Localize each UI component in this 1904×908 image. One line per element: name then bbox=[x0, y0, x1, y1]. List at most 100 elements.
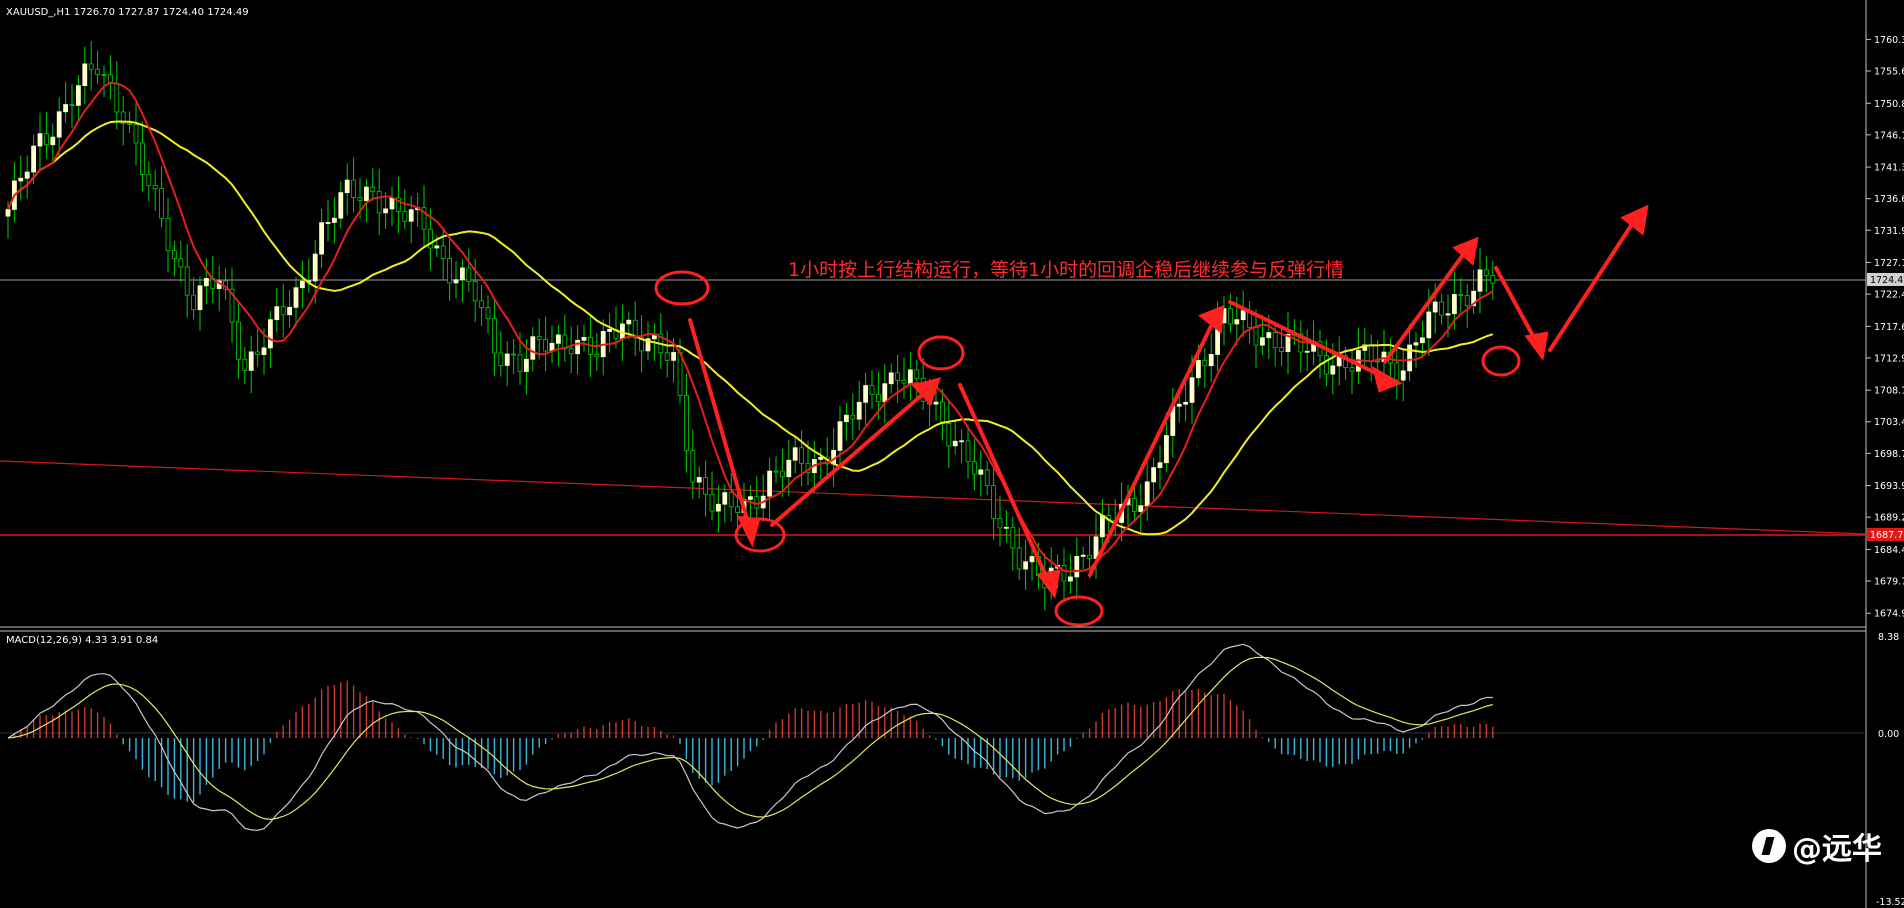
arrow-down-1 bbox=[688, 318, 752, 532]
candle-body bbox=[370, 186, 376, 192]
watermark-text: @远华 bbox=[1792, 832, 1882, 867]
candle-body bbox=[799, 447, 804, 464]
candle-body bbox=[261, 347, 267, 355]
arrow-up-4 bbox=[1548, 216, 1638, 352]
candle-body bbox=[1432, 301, 1438, 313]
macd-axis-top: 8.38 bbox=[1878, 632, 1899, 643]
candle-body bbox=[139, 142, 145, 175]
candle-body bbox=[1176, 403, 1182, 407]
price-axis-label: 1684.4 bbox=[1874, 545, 1904, 556]
price-axis-label: 1760.3 bbox=[1874, 35, 1904, 46]
candle-body bbox=[1010, 526, 1016, 549]
candle-body bbox=[780, 470, 785, 478]
candle-body bbox=[280, 306, 286, 316]
symbol-header: XAUUSD_,H1 1726.70 1727.87 1724.40 1724.… bbox=[6, 7, 249, 18]
candle-body bbox=[146, 173, 152, 186]
candle-body bbox=[1349, 367, 1355, 372]
candle-body bbox=[1080, 554, 1086, 557]
macd-histogram bbox=[13, 680, 1494, 803]
candle-body bbox=[1452, 294, 1457, 315]
candle-body bbox=[197, 285, 203, 311]
candle-body bbox=[1100, 514, 1105, 538]
circle-high-2 bbox=[917, 335, 965, 371]
price-axis-label: 1689.2 bbox=[1874, 513, 1904, 524]
candle-body bbox=[331, 217, 337, 223]
candle-body bbox=[1016, 547, 1022, 570]
candle-body bbox=[869, 385, 875, 395]
price-axis-label: 1755.6 bbox=[1874, 67, 1904, 78]
candle-body bbox=[696, 477, 702, 483]
candle-body bbox=[1439, 301, 1444, 316]
price-axis-label: 1708.1 bbox=[1874, 386, 1904, 397]
candle-body bbox=[504, 353, 510, 366]
candle-body bbox=[856, 401, 862, 420]
candle-body bbox=[1368, 344, 1374, 362]
candle-body bbox=[684, 394, 689, 452]
candle-body bbox=[133, 124, 139, 144]
candle-body bbox=[152, 184, 158, 189]
candle-body bbox=[5, 209, 11, 217]
candle-body bbox=[267, 319, 273, 349]
candle-body bbox=[1183, 401, 1188, 405]
candle-body bbox=[319, 222, 325, 255]
arrow-down-2 bbox=[958, 383, 1052, 587]
candle-body bbox=[728, 492, 734, 508]
candle-body bbox=[1234, 319, 1240, 325]
candle-body bbox=[876, 393, 881, 403]
candle-body bbox=[1266, 332, 1272, 339]
candle-body bbox=[88, 63, 94, 70]
candle-body bbox=[1477, 269, 1483, 292]
candle-body bbox=[997, 518, 1003, 529]
macd-axis-bottom: -13.52 bbox=[1876, 897, 1904, 908]
candle-body bbox=[908, 369, 913, 384]
candle-body bbox=[357, 196, 363, 202]
candle-body bbox=[485, 307, 491, 320]
candle-body bbox=[434, 245, 440, 249]
candle-body bbox=[363, 186, 369, 202]
candle-body bbox=[159, 188, 165, 219]
candle-body bbox=[952, 440, 958, 447]
candle-body bbox=[447, 258, 453, 284]
circle-high-1 bbox=[654, 270, 710, 306]
candle-body bbox=[440, 245, 446, 259]
candle-body bbox=[524, 358, 529, 372]
candle-body bbox=[402, 211, 408, 222]
arrow-up-2 bbox=[1088, 316, 1217, 577]
candle-body bbox=[991, 485, 996, 519]
candle-body bbox=[31, 145, 37, 173]
candle-body bbox=[114, 83, 120, 113]
candle-body bbox=[18, 177, 24, 182]
macd-axis-zero: 0.00 bbox=[1878, 729, 1899, 740]
candle-body bbox=[933, 401, 939, 405]
candle-body bbox=[479, 300, 485, 308]
candle-body bbox=[626, 319, 632, 325]
candle-body bbox=[69, 104, 75, 106]
candle-body bbox=[1029, 556, 1035, 563]
candle-body bbox=[895, 372, 900, 381]
candle-body bbox=[1144, 481, 1150, 507]
candle-body bbox=[1023, 561, 1028, 570]
candle-body bbox=[888, 372, 894, 385]
candle-body bbox=[1304, 350, 1310, 353]
candle-body bbox=[511, 353, 517, 356]
brand-logo-icon bbox=[1752, 829, 1786, 863]
candle-body bbox=[607, 328, 612, 332]
candle-body bbox=[351, 179, 357, 198]
candle-body bbox=[338, 192, 344, 219]
candle-body bbox=[24, 171, 30, 179]
candle-body bbox=[383, 208, 389, 214]
candle-body bbox=[984, 469, 990, 487]
candle-body bbox=[959, 440, 964, 443]
candle-body bbox=[1004, 526, 1009, 529]
candle-body bbox=[184, 266, 190, 296]
candle-body bbox=[556, 334, 561, 344]
candle-body bbox=[818, 456, 824, 460]
candle-body bbox=[1279, 347, 1284, 352]
candle-body bbox=[1464, 295, 1470, 307]
candle-body bbox=[1061, 564, 1067, 582]
candle-body bbox=[517, 354, 523, 372]
candle-body bbox=[664, 352, 670, 361]
price-axis-label: 1698.7 bbox=[1874, 449, 1904, 460]
candle-body bbox=[1490, 274, 1496, 284]
candle-body bbox=[1228, 308, 1233, 325]
